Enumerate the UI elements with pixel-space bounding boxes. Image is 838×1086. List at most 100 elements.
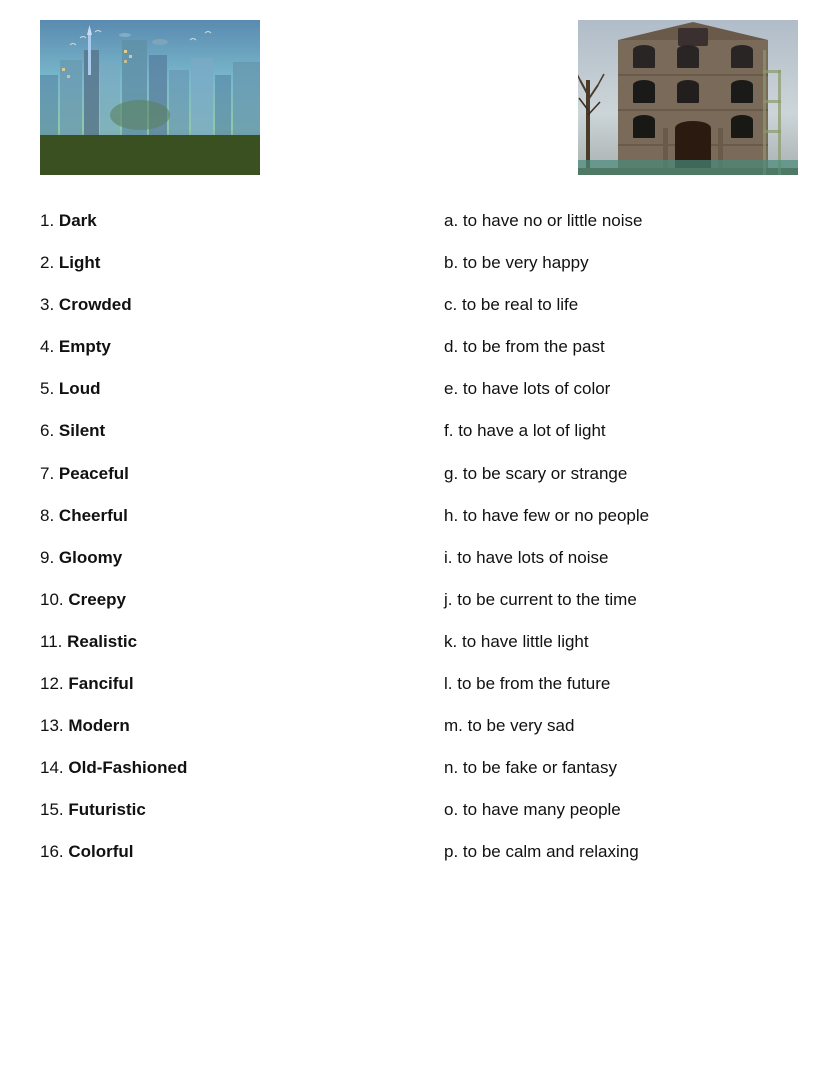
item-word: Realistic xyxy=(67,632,137,651)
desc-letter: k. xyxy=(444,632,457,651)
desc-letter: l. xyxy=(444,674,453,693)
item-word: Cheerful xyxy=(59,506,128,525)
item-number: 4. xyxy=(40,337,54,356)
item-word: Silent xyxy=(59,421,105,440)
list-item: 4. Empty xyxy=(40,336,394,358)
desc-item: p. to be calm and relaxing xyxy=(444,841,798,863)
desc-text: to be calm and relaxing xyxy=(463,842,639,861)
desc-letter: i. xyxy=(444,548,453,567)
left-column: 1. Dark 2. Light 3. Crowded 4. Empty 5. Loud… xyxy=(40,210,414,884)
item-number: 5. xyxy=(40,379,54,398)
list-item: 12. Fanciful xyxy=(40,673,394,695)
desc-letter: j. xyxy=(444,590,453,609)
list-item: 11. Realistic xyxy=(40,631,394,653)
item-number: 7. xyxy=(40,464,54,483)
desc-text: to be current to the time xyxy=(457,590,637,609)
desc-text: to be real to life xyxy=(462,295,578,314)
desc-text: to have many people xyxy=(463,800,621,819)
desc-item: b. to be very happy xyxy=(444,252,798,274)
page: 1. Dark 2. Light 3. Crowded 4. Empty 5. Loud… xyxy=(0,0,838,1086)
item-word: Crowded xyxy=(59,295,132,314)
city-image xyxy=(40,20,260,180)
desc-text: to have little light xyxy=(462,632,589,651)
desc-item: d. to be from the past xyxy=(444,336,798,358)
list-item: 14. Old-Fashioned xyxy=(40,757,394,779)
list-item: 6. Silent xyxy=(40,420,394,442)
desc-text: to have lots of color xyxy=(463,379,610,398)
item-word: Loud xyxy=(59,379,101,398)
desc-letter: g. xyxy=(444,464,458,483)
item-word: Colorful xyxy=(68,842,133,861)
item-number: 2. xyxy=(40,253,54,272)
item-word: Empty xyxy=(59,337,111,356)
item-word: Futuristic xyxy=(68,800,145,819)
desc-item: f. to have a lot of light xyxy=(444,420,798,442)
desc-letter: n. xyxy=(444,758,458,777)
list-item: 8. Cheerful xyxy=(40,505,394,527)
item-number: 11. xyxy=(40,632,62,651)
item-number: 3. xyxy=(40,295,54,314)
desc-letter: o. xyxy=(444,800,458,819)
title-box xyxy=(260,77,578,122)
desc-item: n. to be fake or fantasy xyxy=(444,757,798,779)
desc-letter: f. xyxy=(444,421,453,440)
desc-item: j. to be current to the time xyxy=(444,589,798,611)
desc-text: to have a lot of light xyxy=(458,421,605,440)
right-column: a. to have no or little noise b. to be ve… xyxy=(414,210,798,884)
desc-letter: m. xyxy=(444,716,463,735)
desc-item: i. to have lots of noise xyxy=(444,547,798,569)
item-number: 16. xyxy=(40,842,64,861)
item-number: 8. xyxy=(40,506,54,525)
item-word: Old-Fashioned xyxy=(68,758,187,777)
old-building-image xyxy=(578,20,798,180)
list-item: 5. Loud xyxy=(40,378,394,400)
list-item: 16. Colorful xyxy=(40,841,394,863)
desc-item: a. to have no or little noise xyxy=(444,210,798,232)
item-word: Peaceful xyxy=(59,464,129,483)
desc-item: h. to have few or no people xyxy=(444,505,798,527)
list-item: 10. Creepy xyxy=(40,589,394,611)
list-item: 2. Light xyxy=(40,252,394,274)
desc-item: c. to be real to life xyxy=(444,294,798,316)
desc-item: e. to have lots of color xyxy=(444,378,798,400)
desc-text: to have lots of noise xyxy=(457,548,608,567)
item-number: 13. xyxy=(40,716,64,735)
desc-letter: a. xyxy=(444,211,458,230)
desc-item: o. to have many people xyxy=(444,799,798,821)
list-item: 15. Futuristic xyxy=(40,799,394,821)
desc-letter: h. xyxy=(444,506,458,525)
subtitle xyxy=(280,97,558,122)
item-word: Gloomy xyxy=(59,548,122,567)
desc-text: to be from the past xyxy=(463,337,605,356)
item-number: 10. xyxy=(40,590,64,609)
desc-text: to be fake or fantasy xyxy=(463,758,617,777)
desc-letter: e. xyxy=(444,379,458,398)
desc-letter: c. xyxy=(444,295,457,314)
item-number: 14. xyxy=(40,758,64,777)
desc-letter: p. xyxy=(444,842,458,861)
item-word: Dark xyxy=(59,211,97,230)
header xyxy=(40,20,798,180)
list-item: 13. Modern xyxy=(40,715,394,737)
desc-text: to be scary or strange xyxy=(463,464,627,483)
desc-letter: d. xyxy=(444,337,458,356)
desc-item: l. to be from the future xyxy=(444,673,798,695)
desc-letter: b. xyxy=(444,253,463,272)
desc-item: m. to be very sad xyxy=(444,715,798,737)
desc-text: to have no or little noise xyxy=(463,211,643,230)
desc-text: to be very sad xyxy=(468,716,575,735)
list-item: 3. Crowded xyxy=(40,294,394,316)
desc-item: k. to have little light xyxy=(444,631,798,653)
desc-text: to have few or no people xyxy=(463,506,649,525)
item-word: Light xyxy=(59,253,101,272)
item-number: 1. xyxy=(40,211,54,230)
desc-item: g. to be scary or strange xyxy=(444,463,798,485)
list-item: 7. Peaceful xyxy=(40,463,394,485)
item-number: 12. xyxy=(40,674,64,693)
item-number: 15. xyxy=(40,800,64,819)
item-word: Modern xyxy=(68,716,129,735)
desc-text: to be very happy xyxy=(463,253,589,272)
list-item: 1. Dark xyxy=(40,210,394,232)
item-number: 6. xyxy=(40,421,54,440)
item-word: Fanciful xyxy=(68,674,133,693)
